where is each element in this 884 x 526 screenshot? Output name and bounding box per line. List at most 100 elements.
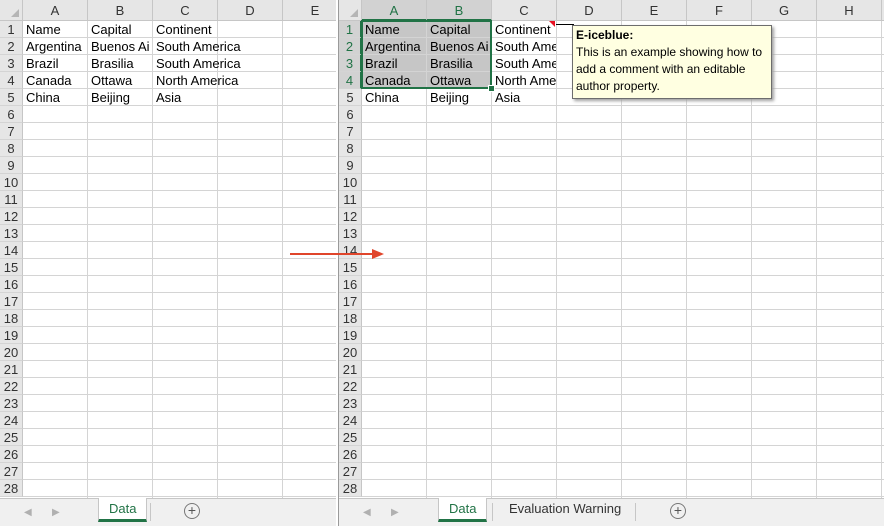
row-header-8[interactable]: 8 (0, 140, 23, 157)
cell-b1[interactable]: Capital (88, 21, 152, 37)
row-header-2[interactable]: 2 (0, 38, 23, 55)
row-header-27[interactable]: 27 (0, 463, 23, 480)
column-header-a[interactable]: A (23, 0, 88, 21)
row-header-17[interactable]: 17 (0, 293, 23, 310)
row-header-13[interactable]: 13 (339, 225, 362, 242)
row-header-6[interactable]: 6 (0, 106, 23, 123)
row-header-1[interactable]: 1 (339, 21, 362, 38)
row-header-4[interactable]: 4 (0, 72, 23, 89)
caret-left-icon[interactable]: ◀ (363, 507, 371, 518)
cell-c3[interactable]: South America (153, 55, 241, 71)
row-header-25[interactable]: 25 (339, 429, 362, 446)
column-header-g[interactable]: G (752, 0, 817, 21)
cell-a2[interactable]: Argentina (362, 38, 426, 54)
cell-c5[interactable]: Asia (153, 89, 217, 105)
row-header-24[interactable]: 24 (339, 412, 362, 429)
row-header-27[interactable]: 27 (339, 463, 362, 480)
caret-right-icon[interactable]: ▶ (391, 507, 399, 518)
row-header-7[interactable]: 7 (0, 123, 23, 140)
row-header-2[interactable]: 2 (339, 38, 362, 55)
cell-c1[interactable]: Continent (492, 21, 556, 37)
row-header-16[interactable]: 16 (339, 276, 362, 293)
row-header-5[interactable]: 5 (0, 89, 23, 106)
column-header-b[interactable]: B (88, 0, 153, 21)
row-header-23[interactable]: 23 (339, 395, 362, 412)
cell-a4[interactable]: Canada (23, 72, 87, 88)
row-header-26[interactable]: 26 (339, 446, 362, 463)
row-header-23[interactable]: 23 (0, 395, 23, 412)
cell-a1[interactable]: Name (23, 21, 87, 37)
cell-c5[interactable]: Asia (492, 89, 556, 105)
cell-b1[interactable]: Capital (427, 21, 491, 37)
cell-comment[interactable]: E-iceblue: This is an example showing ho… (572, 25, 772, 99)
row-header-28[interactable]: 28 (0, 480, 23, 497)
sheet-tab-data[interactable]: Data (438, 498, 488, 522)
row-header-19[interactable]: 19 (339, 327, 362, 344)
cell-b2[interactable]: Buenos Ai (88, 38, 152, 54)
column-header-a[interactable]: A (362, 0, 427, 21)
row-header-20[interactable]: 20 (0, 344, 23, 361)
plus-circle-icon[interactable]: + (184, 503, 200, 519)
cell-a4[interactable]: Canada (362, 72, 426, 88)
cell-c2[interactable]: South America (153, 38, 241, 54)
column-header-f[interactable]: F (687, 0, 752, 21)
sheet-tab-data[interactable]: Data (98, 498, 148, 522)
row-header-28[interactable]: 28 (339, 480, 362, 497)
cell-a5[interactable]: China (23, 89, 87, 105)
row-header-11[interactable]: 11 (339, 191, 362, 208)
row-header-4[interactable]: 4 (339, 72, 362, 89)
column-header-e[interactable]: E (283, 0, 336, 21)
row-header-24[interactable]: 24 (0, 412, 23, 429)
caret-left-icon[interactable]: ◀ (24, 507, 32, 518)
cell-c4[interactable]: North America (153, 72, 238, 88)
row-header-12[interactable]: 12 (0, 208, 23, 225)
cell-c4[interactable]: North Americ (492, 72, 556, 88)
row-header-16[interactable]: 16 (0, 276, 23, 293)
column-header-c[interactable]: C (153, 0, 218, 21)
column-header-b[interactable]: B (427, 0, 492, 21)
row-header-10[interactable]: 10 (339, 174, 362, 191)
cell-a3[interactable]: Brazil (362, 55, 426, 71)
cell-b4[interactable]: Ottawa (88, 72, 152, 88)
row-header-21[interactable]: 21 (0, 361, 23, 378)
row-header-18[interactable]: 18 (0, 310, 23, 327)
sheet-tab-evaluation-warning[interactable]: Evaluation Warning (499, 498, 631, 522)
column-header-d[interactable]: D (557, 0, 622, 21)
caret-right-icon[interactable]: ▶ (52, 507, 60, 518)
select-all-corner[interactable] (339, 0, 362, 21)
cell-a1[interactable]: Name (362, 21, 426, 37)
row-header-18[interactable]: 18 (339, 310, 362, 327)
row-header-9[interactable]: 9 (0, 157, 23, 174)
cell-c2[interactable]: South Americ (492, 38, 556, 54)
cell-b3[interactable]: Brasilia (427, 55, 491, 71)
cell-b5[interactable]: Beijing (88, 89, 152, 105)
row-header-8[interactable]: 8 (339, 140, 362, 157)
row-header-10[interactable]: 10 (0, 174, 23, 191)
row-header-15[interactable]: 15 (339, 259, 362, 276)
cell-b3[interactable]: Brasilia (88, 55, 152, 71)
cell-a5[interactable]: China (362, 89, 426, 105)
column-header-h[interactable]: H (817, 0, 882, 21)
cell-c1[interactable]: Continent (153, 21, 217, 37)
cell-b2[interactable]: Buenos Ai (427, 38, 491, 54)
row-header-3[interactable]: 3 (339, 55, 362, 72)
cell-a3[interactable]: Brazil (23, 55, 87, 71)
row-header-21[interactable]: 21 (339, 361, 362, 378)
column-header-e[interactable]: E (622, 0, 687, 21)
row-header-15[interactable]: 15 (0, 259, 23, 276)
row-header-7[interactable]: 7 (339, 123, 362, 140)
cell-b4[interactable]: Ottawa (427, 72, 491, 88)
row-header-12[interactable]: 12 (339, 208, 362, 225)
row-header-13[interactable]: 13 (0, 225, 23, 242)
row-header-9[interactable]: 9 (339, 157, 362, 174)
row-header-11[interactable]: 11 (0, 191, 23, 208)
cell-c3[interactable]: South Americ (492, 55, 556, 71)
row-header-26[interactable]: 26 (0, 446, 23, 463)
row-header-22[interactable]: 22 (0, 378, 23, 395)
row-header-5[interactable]: 5 (339, 89, 362, 106)
row-header-6[interactable]: 6 (339, 106, 362, 123)
fill-handle[interactable] (488, 85, 495, 92)
row-header-3[interactable]: 3 (0, 55, 23, 72)
row-header-1[interactable]: 1 (0, 21, 23, 38)
select-all-corner[interactable] (0, 0, 23, 21)
